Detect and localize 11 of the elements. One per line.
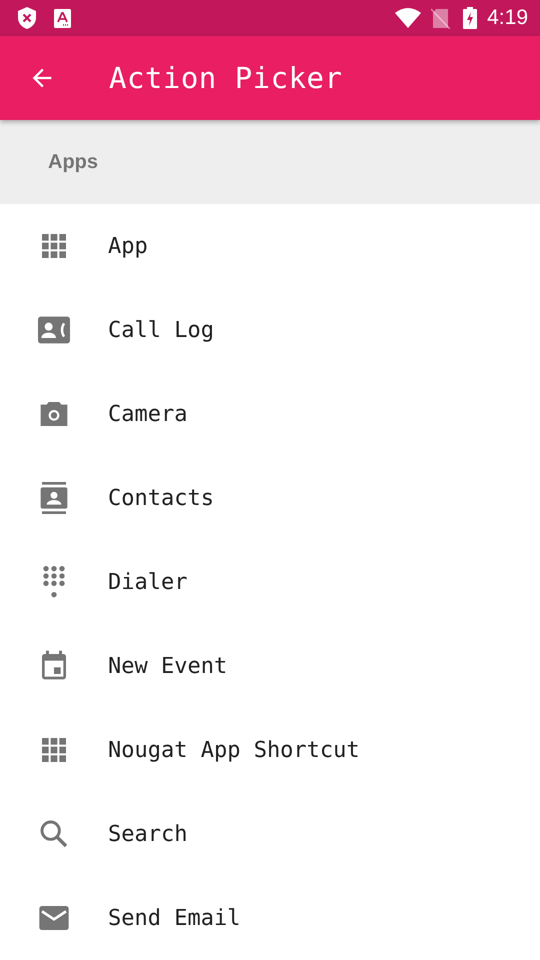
contacts-icon: [38, 482, 70, 514]
no-sim-icon: [431, 8, 450, 28]
screen-title: Action Picker: [109, 61, 342, 95]
shield-icon: [18, 7, 36, 29]
contact-call-icon: [38, 314, 70, 346]
battery-icon: [463, 7, 478, 29]
clock: 4:19: [487, 6, 528, 30]
section-header: Apps: [48, 150, 98, 174]
font-icon: [54, 8, 71, 28]
search-icon: [38, 818, 70, 850]
wifi-icon: [395, 8, 422, 28]
